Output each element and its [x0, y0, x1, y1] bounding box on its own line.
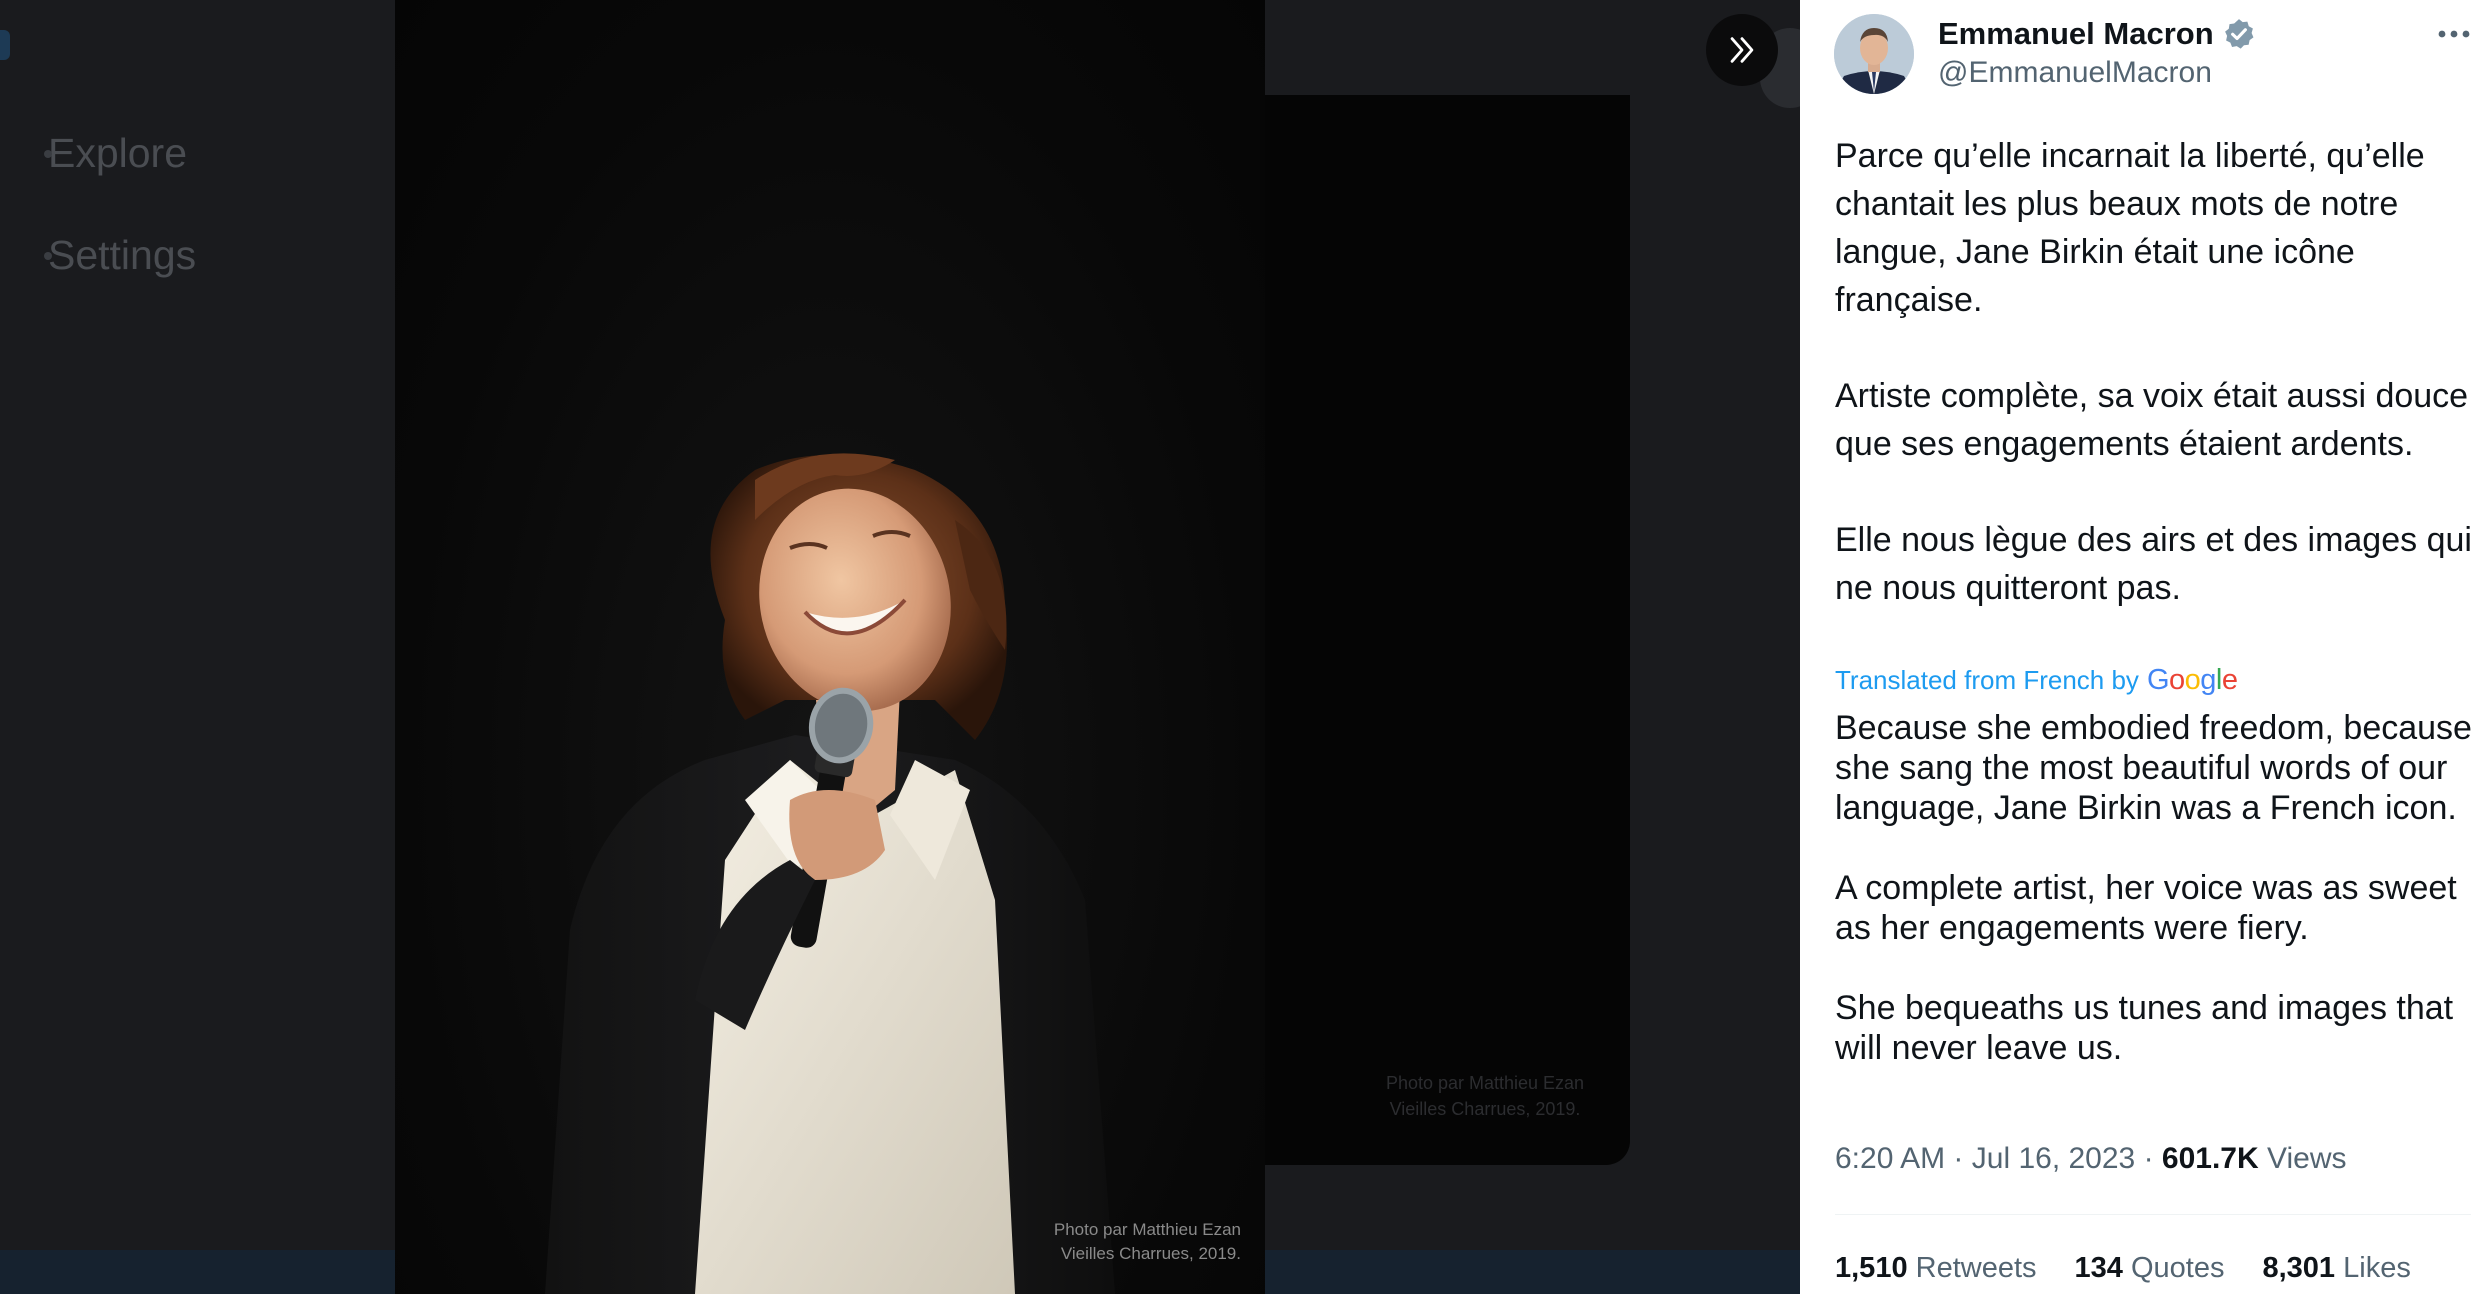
- more-horizontal-icon[interactable]: [2434, 16, 2474, 52]
- author-name-text: Emmanuel Macron: [1938, 16, 2214, 51]
- retweets-count: 1,510: [1835, 1252, 1908, 1284]
- background-media-card: [1240, 95, 1630, 1165]
- quotes-label: Quotes: [2130, 1252, 2225, 1284]
- avatar[interactable]: [1834, 14, 1914, 94]
- tweet-photo[interactable]: Photo par Matthieu Ezan Vieilles Charrue…: [395, 0, 1265, 1294]
- photo-credit: Photo par Matthieu Ezan Vieilles Charrue…: [1053, 1220, 1241, 1263]
- likes-label: Likes: [2343, 1252, 2411, 1284]
- tweet-detail-panel: Emmanuel Macron @EmmanuelMacron Parce qu…: [1800, 0, 2488, 1294]
- app-logo-edge: [0, 30, 10, 60]
- background-media-caption: Photo par Matthieu Ezan Vieilles Charrue…: [1385, 1073, 1585, 1119]
- tweet-date[interactable]: Jul 16, 2023: [1972, 1142, 2135, 1175]
- quotes-stat[interactable]: 134 Quotes: [2075, 1252, 2225, 1285]
- views-label: Views: [2267, 1142, 2347, 1175]
- views-count: 601.7K: [2161, 1142, 2259, 1175]
- retweets-stat[interactable]: 1,510 Retweets: [1835, 1252, 2037, 1285]
- nav-item-settings: Settings: [44, 232, 197, 279]
- retweets-label: Retweets: [1915, 1252, 2037, 1284]
- translation-attribution[interactable]: Translated from French by Google: [1835, 664, 2238, 697]
- tweet-time[interactable]: 6:20 AM: [1835, 1142, 1945, 1175]
- likes-stat[interactable]: 8,301 Likes: [2262, 1252, 2410, 1285]
- photo-illustration: [545, 453, 1115, 1294]
- author-handle[interactable]: @EmmanuelMacron: [1938, 56, 2212, 90]
- divider: [1835, 1214, 2471, 1215]
- avatar-portrait: [1834, 14, 1914, 94]
- nav-item-label: Settings: [48, 232, 197, 278]
- quotes-count: 134: [2074, 1252, 2123, 1284]
- likes-count: 8,301: [2262, 1252, 2336, 1284]
- engagement-stats: 1,510 Retweets 134 Quotes 8,301 Likes: [1835, 1252, 2449, 1285]
- verified-badge-icon: [2224, 19, 2254, 49]
- nav-item-label: Explore: [48, 130, 188, 176]
- double-chevron-right-icon: [1730, 37, 1754, 63]
- tweet-text: Parce qu’elle incarnait la liberté, qu’e…: [1835, 137, 2472, 607]
- translated-from-label: Translated from French by: [1835, 665, 2139, 695]
- tweet-translation: Because she embodied freedom, because sh…: [1835, 709, 2472, 1067]
- tweet-metadata: 6:20 AM · Jul 16, 2023 · 601.7K Views: [1835, 1142, 2347, 1175]
- author-name[interactable]: Emmanuel Macron: [1938, 16, 2256, 52]
- nav-item-explore: Explore: [44, 130, 188, 177]
- google-logo: Google: [2146, 664, 2238, 696]
- collapse-panel-button[interactable]: [1706, 14, 1778, 86]
